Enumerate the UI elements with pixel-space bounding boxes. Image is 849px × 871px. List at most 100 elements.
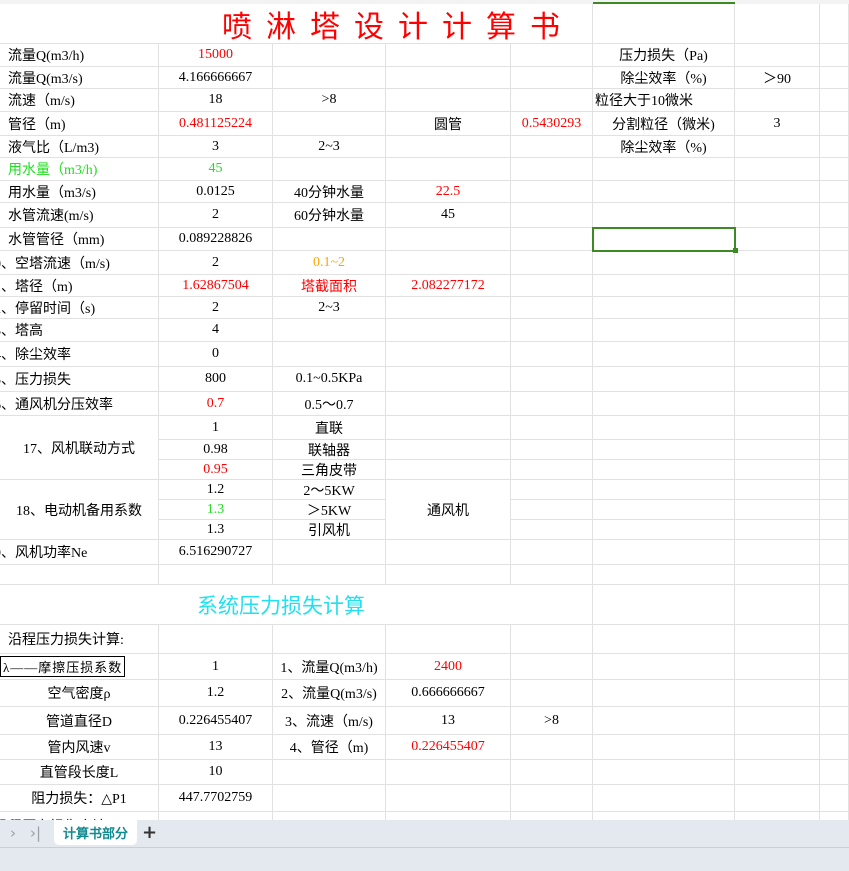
cell-r17-c3[interactable]	[386, 440, 511, 460]
cell-r7-c3[interactable]: 45	[386, 203, 511, 228]
cell-r13-c2[interactable]	[273, 342, 386, 367]
cell-r28-c0[interactable]: 管道直径D	[0, 707, 159, 735]
cell-r6-c6[interactable]	[735, 181, 820, 203]
cell-r18-c3[interactable]	[386, 460, 511, 480]
cell[interactable]	[820, 67, 849, 89]
cell-r16-c3[interactable]	[386, 416, 511, 440]
cell-r6-c0[interactable]: 、用水量（m3/s)	[0, 181, 159, 203]
cell-r19-c4[interactable]	[511, 480, 593, 500]
cell-r14-c3[interactable]	[386, 367, 511, 392]
cell-r25-c3[interactable]	[386, 625, 511, 654]
cell-r27-c1[interactable]: 1.2	[159, 680, 273, 707]
cell-r23-c0[interactable]	[0, 565, 159, 585]
cell-r21-c4[interactable]	[511, 520, 593, 540]
cell-r12-c4[interactable]	[511, 319, 593, 342]
cell[interactable]	[820, 4, 849, 44]
cell-r8-c0[interactable]: 、水管管径（mm)	[0, 228, 159, 251]
cell-r4-c0[interactable]: 、液气比（L/m3)	[0, 136, 159, 158]
cell-r8-c3[interactable]	[386, 228, 511, 251]
cell-r1-c2[interactable]	[273, 67, 386, 89]
cell-r16-c0[interactable]: 17、风机联动方式	[0, 416, 159, 480]
cell[interactable]	[820, 440, 849, 460]
cell-r29-c0[interactable]: 管内风速v	[0, 735, 159, 760]
cell-r0-c6[interactable]	[735, 44, 820, 67]
cell-r11-c1[interactable]: 2	[159, 297, 273, 319]
cell-r4-c4[interactable]	[511, 136, 593, 158]
cell-r21-c2[interactable]: 引风机	[273, 520, 386, 540]
cell-r32-c6[interactable]	[735, 812, 820, 820]
cell[interactable]	[820, 520, 849, 540]
cell-r31-c6[interactable]	[735, 785, 820, 812]
cell-r3-c1[interactable]: 0.481125224	[159, 112, 273, 136]
cell-r22-c0[interactable]: 9、风机功率Ne	[0, 540, 159, 565]
cell-r9-c6[interactable]	[735, 251, 820, 275]
cell-r16-c5[interactable]	[593, 416, 735, 440]
cell-r13-c4[interactable]	[511, 342, 593, 367]
cell-r22-c2[interactable]	[273, 540, 386, 565]
cell-r6-c5[interactable]	[593, 181, 735, 203]
cell-r30-c6[interactable]	[735, 760, 820, 785]
cell-r30-c5[interactable]	[593, 760, 735, 785]
cell-r17-c6[interactable]	[735, 440, 820, 460]
cell[interactable]	[735, 4, 820, 44]
cell-r17-c5[interactable]	[593, 440, 735, 460]
cell-r3-c4[interactable]: 0.5430293	[511, 112, 593, 136]
cell-r12-c2[interactable]	[273, 319, 386, 342]
cell-r2-c6[interactable]	[735, 89, 820, 112]
cell-r20-c2[interactable]: ＞5KW	[273, 500, 386, 520]
cell[interactable]	[820, 540, 849, 565]
cell-r31-c1[interactable]: 447.7702759	[159, 785, 273, 812]
cell-r26-c4[interactable]	[511, 654, 593, 680]
cell-r21-c5[interactable]	[593, 520, 735, 540]
cell-r4-c5[interactable]: 除尘效率（%)	[593, 136, 735, 158]
cell-r31-c3[interactable]	[386, 785, 511, 812]
cell-r20-c6[interactable]	[735, 500, 820, 520]
cell-r27-c6[interactable]	[735, 680, 820, 707]
cell-r32-c3[interactable]	[386, 812, 511, 820]
selected-cell[interactable]	[592, 227, 736, 252]
cell-r18-c4[interactable]	[511, 460, 593, 480]
cell-r6-c2[interactable]: 40分钟水量	[273, 181, 386, 203]
cell-r29-c5[interactable]	[593, 735, 735, 760]
cell-r0-c3[interactable]	[386, 44, 511, 67]
cell-r15-c5[interactable]	[593, 392, 735, 416]
cell[interactable]	[820, 785, 849, 812]
cell-r27-c3[interactable]: 0.666666667	[386, 680, 511, 707]
cell-r11-c5[interactable]	[593, 297, 735, 319]
cell[interactable]	[820, 812, 849, 820]
cell[interactable]	[820, 760, 849, 785]
cell-r31-c5[interactable]	[593, 785, 735, 812]
cell-r9-c0[interactable]: 0、空塔流速（m/s)	[0, 251, 159, 275]
cell-r25-c4[interactable]	[511, 625, 593, 654]
sheet-title[interactable]: 喷淋塔设计计算书	[0, 4, 593, 44]
cell[interactable]	[820, 44, 849, 67]
sheet-tab-active[interactable]: 计算书部分	[54, 820, 137, 845]
cell-r30-c1[interactable]: 10	[159, 760, 273, 785]
cell-r4-c3[interactable]	[386, 136, 511, 158]
cell-r5-c2[interactable]	[273, 158, 386, 181]
cell-r9-c5[interactable]	[593, 251, 735, 275]
cell[interactable]	[820, 565, 849, 585]
cell-r29-c1[interactable]: 13	[159, 735, 273, 760]
cell-r26-c5[interactable]	[593, 654, 735, 680]
cell[interactable]	[820, 367, 849, 392]
cell-r17-c2[interactable]: 联轴器	[273, 440, 386, 460]
cell-r1-c5[interactable]: 除尘效率（%)	[593, 67, 735, 89]
cell-r23-c3[interactable]	[386, 565, 511, 585]
cell-r32-c1[interactable]	[159, 812, 273, 820]
cell-r12-c6[interactable]	[735, 319, 820, 342]
cell-r29-c6[interactable]	[735, 735, 820, 760]
cell[interactable]	[820, 342, 849, 367]
cell[interactable]	[820, 203, 849, 228]
cell[interactable]	[820, 297, 849, 319]
cell[interactable]	[820, 500, 849, 520]
cell-r5-c6[interactable]	[735, 158, 820, 181]
cell-r7-c4[interactable]	[511, 203, 593, 228]
cell[interactable]	[820, 654, 849, 680]
cell-r23-c6[interactable]	[735, 565, 820, 585]
cell-r31-c2[interactable]	[273, 785, 386, 812]
cell-r13-c3[interactable]	[386, 342, 511, 367]
cell-r32-c4[interactable]	[511, 812, 593, 820]
cell-r10-c4[interactable]	[511, 275, 593, 297]
cell-r10-c1[interactable]: 1.62867504	[159, 275, 273, 297]
